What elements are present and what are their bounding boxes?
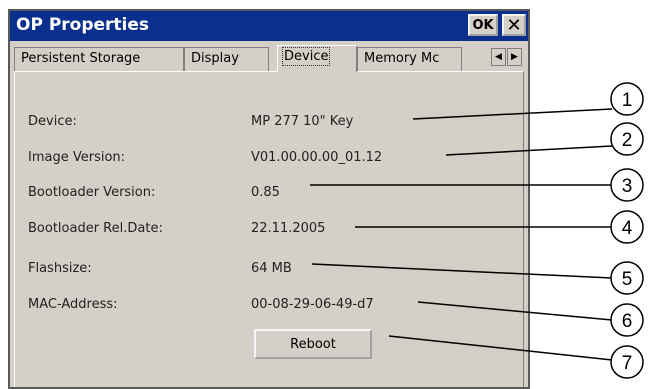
- device-label: Device:: [28, 114, 77, 129]
- reboot-button[interactable]: Reboot: [254, 329, 372, 359]
- callout-number-7: 7: [622, 353, 633, 374]
- callout-circle-2: [610, 122, 644, 156]
- callout-circle-3: [610, 168, 644, 202]
- bootloader-rel-date-label: Bootloader Rel.Date:: [28, 221, 163, 236]
- callout-number-4: 4: [622, 218, 633, 239]
- tab-label: Device: [281, 47, 331, 66]
- image-version-label: Image Version:: [28, 150, 126, 165]
- callout-circle-7: [610, 345, 644, 379]
- callout-circle-4: [610, 210, 644, 244]
- callout-number-5: 5: [622, 269, 633, 290]
- window-title: OP Properties: [16, 15, 150, 35]
- callout-number-2: 2: [622, 130, 633, 151]
- title-bar: OP Properties OK ✕: [10, 11, 528, 41]
- tab-label: Memory Mc: [364, 51, 440, 66]
- image-version-value: V01.00.00.00_01.12: [251, 150, 383, 165]
- callout-circle-1: [610, 82, 644, 116]
- tab-strip: Persistent Storage Display Device Memory…: [14, 45, 524, 72]
- callout-number-3: 3: [622, 176, 633, 197]
- callout-number-1: 1: [622, 90, 633, 111]
- bootloader-rel-date-value: 22.11.2005: [251, 221, 326, 236]
- tab-scroll-left-icon[interactable]: ◀: [491, 48, 506, 66]
- callout-circle-6: [610, 303, 644, 337]
- ok-button[interactable]: OK: [468, 14, 498, 36]
- close-button[interactable]: ✕: [502, 14, 526, 36]
- tab-display[interactable]: Display: [184, 47, 269, 71]
- tab-persistent-storage[interactable]: Persistent Storage: [14, 47, 184, 71]
- callout-number-6: 6: [622, 311, 633, 332]
- device-value: MP 277 10" Key: [251, 114, 354, 129]
- bootloader-version-value: 0.85: [251, 185, 280, 200]
- tab-label: Persistent Storage: [21, 51, 141, 66]
- mac-address-label: MAC-Address:: [28, 297, 118, 312]
- flashsize-value: 64 MB: [251, 261, 292, 276]
- callout-circle-5: [610, 261, 644, 295]
- flashsize-label: Flashsize:: [28, 261, 92, 276]
- mac-address-value: 00-08-29-06-49-d7: [251, 297, 374, 312]
- tab-memory-management[interactable]: Memory Mc: [357, 47, 462, 71]
- tab-label: Display: [191, 51, 239, 66]
- tab-device[interactable]: Device: [277, 45, 357, 72]
- tab-scroll-right-icon[interactable]: ▶: [507, 48, 522, 66]
- bootloader-version-label: Bootloader Version:: [28, 185, 156, 200]
